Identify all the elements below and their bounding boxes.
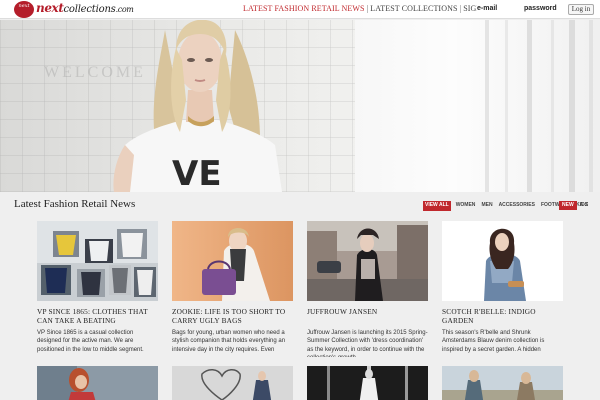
filter-view-all[interactable]: VIEW ALL <box>423 201 451 211</box>
nav-latest-collections[interactable]: LATEST COLLECTIONS <box>370 4 457 13</box>
article-excerpt: This season's R'belle and Shrunk Amsterd… <box>442 330 545 353</box>
password-field[interactable]: password <box>524 3 562 14</box>
filter-women[interactable]: WOMEN <box>455 201 477 211</box>
street-model-image[interactable] <box>307 221 428 301</box>
curtain-fold <box>485 20 489 192</box>
site-logo[interactable]: next nextcollections.com <box>14 1 139 18</box>
top-bar: next nextcollections.com LATEST FASHION … <box>0 0 600 19</box>
svg-text:VE: VE <box>172 154 222 192</box>
sort-a-z-button[interactable]: A-Z <box>580 201 588 210</box>
article-title[interactable]: SCOTCH R'BELLE: INDIGO GARDEN <box>442 307 563 325</box>
article-title[interactable]: ZOOKIE: LIFE IS TOO SHORT TO CARRY UGLY … <box>172 307 293 325</box>
article-excerpt: VP Since 1865 is a casual collection des… <box>37 330 144 353</box>
hero-model-image: VE <box>113 20 282 192</box>
handbag-model-image[interactable] <box>172 221 293 301</box>
article-thumbnail[interactable] <box>172 366 293 400</box>
hero-curtain-background <box>355 20 600 192</box>
logo-badge-icon: next <box>14 1 34 18</box>
article-thumbnail[interactable] <box>37 366 158 400</box>
article-thumbnail[interactable] <box>307 366 428 400</box>
curtain-fold <box>589 20 593 192</box>
curtain-fold <box>551 20 554 192</box>
sort-controls: NEW A-Z <box>559 201 588 210</box>
filter-men[interactable]: MEN <box>480 201 493 211</box>
top-navigation: LATEST FASHION RETAIL NEWS | LATEST COLLEC… <box>243 4 501 13</box>
article-title[interactable]: JUFFROUW JANSEN <box>307 307 428 316</box>
nav-latest-fashion-retail-news[interactable]: LATEST FASHION RETAIL NEWS <box>243 4 365 13</box>
article-title[interactable]: VP SINCE 1865: CLOTHES THAT CAN TAKE A B… <box>37 307 158 325</box>
article-excerpt: Juffrouw Jansen is launching its 2015 Sp… <box>307 330 428 357</box>
article-thumbnail[interactable] <box>442 366 563 400</box>
article-excerpt: Bags for young, urban women who need a s… <box>172 330 286 353</box>
denim-model-image[interactable] <box>442 221 563 301</box>
logo-wordmark: nextcollections.com <box>36 1 134 15</box>
section-title: Latest Fashion Retail News <box>14 198 136 210</box>
filter-accessories[interactable]: ACCESSORIES <box>498 201 536 211</box>
curtain-fold <box>505 20 508 192</box>
email-field[interactable]: e-mail <box>477 3 519 14</box>
hero-banner[interactable]: WELCOME VE <box>0 20 600 192</box>
curtain-fold <box>527 20 532 192</box>
sort-new-button[interactable]: NEW <box>559 201 577 210</box>
tshirts-image[interactable] <box>37 221 158 301</box>
curtain-fold <box>569 20 575 192</box>
login-button[interactable]: Log in <box>568 4 594 15</box>
